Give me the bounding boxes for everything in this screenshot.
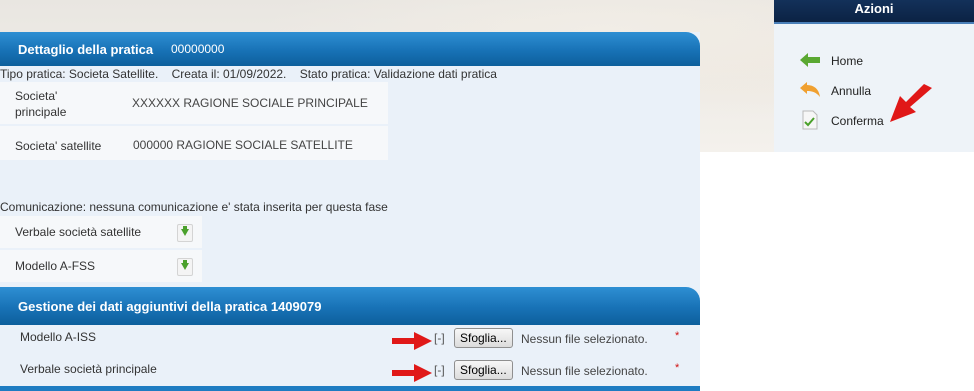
field-value: 000000 RAGIONE SOCIALE SATELLITE bbox=[133, 138, 353, 152]
extra-title: Gestione dei dati aggiuntivi della prati… bbox=[18, 299, 322, 314]
practice-meta: Tipo pratica: Societa Satellite. Creata … bbox=[0, 67, 497, 81]
action-conferma[interactable]: Conferma bbox=[831, 114, 884, 128]
field-label: Societa' satellite bbox=[15, 139, 102, 153]
field-row-satellite: Societa' satellite 000000 RAGIONE SOCIAL… bbox=[0, 126, 388, 160]
upload-label: Modello A-ISS bbox=[20, 330, 97, 344]
collapse-toggle[interactable]: [-] bbox=[434, 363, 445, 377]
field-value: XXXXXX RAGIONE SOCIALE PRINCIPALE bbox=[132, 96, 368, 110]
red-arrow-icon bbox=[392, 364, 432, 382]
detail-header: Dettaglio della pratica 00000000 bbox=[0, 32, 700, 66]
detail-number: 00000000 bbox=[171, 42, 225, 56]
action-home[interactable]: Home bbox=[831, 54, 863, 68]
extra-header: Gestione dei dati aggiuntivi della prati… bbox=[0, 287, 700, 325]
field-label: Societa' principale bbox=[15, 89, 67, 119]
actions-title: Azioni bbox=[774, 0, 974, 24]
comunicazione-text: Comunicazione: nessuna comunicazione e' … bbox=[0, 200, 388, 214]
browse-file-button[interactable]: Sfoglia... bbox=[454, 328, 513, 348]
red-arrow-icon bbox=[392, 332, 432, 350]
file-status: Nessun file selezionato. bbox=[521, 332, 648, 346]
red-arrow-icon bbox=[890, 84, 932, 122]
download-icon[interactable] bbox=[177, 258, 193, 276]
download-icon[interactable] bbox=[177, 224, 193, 242]
upload-label: Verbale società principale bbox=[20, 362, 157, 376]
panel-bottom-border bbox=[0, 386, 700, 391]
action-annulla[interactable]: Annulla bbox=[831, 84, 871, 98]
required-marker: * bbox=[675, 362, 680, 374]
detail-title: Dettaglio della pratica bbox=[18, 42, 154, 57]
required-marker: * bbox=[675, 330, 680, 342]
document-label: Modello A-FSS bbox=[15, 259, 96, 273]
document-check-icon bbox=[802, 110, 818, 130]
arrow-left-icon bbox=[800, 53, 820, 67]
document-row: Verbale società satellite bbox=[0, 216, 202, 248]
undo-icon bbox=[800, 82, 820, 97]
document-label: Verbale società satellite bbox=[15, 225, 142, 239]
document-row: Modello A-FSS bbox=[0, 250, 202, 282]
collapse-toggle[interactable]: [-] bbox=[434, 331, 445, 345]
file-status: Nessun file selezionato. bbox=[521, 364, 648, 378]
field-row-principale: Societa' principale XXXXXX RAGIONE SOCIA… bbox=[0, 82, 388, 124]
browse-file-button[interactable]: Sfoglia... bbox=[454, 360, 513, 380]
